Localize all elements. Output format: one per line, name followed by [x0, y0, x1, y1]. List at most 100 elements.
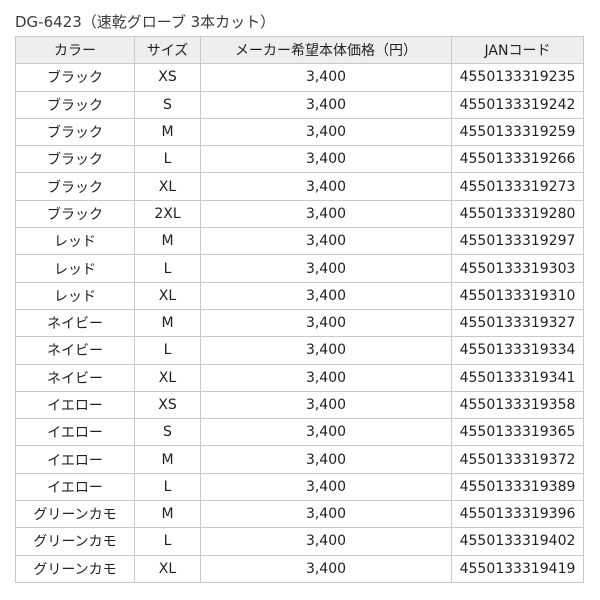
cell-size: M: [134, 445, 201, 474]
table-row: ブラック L 3,400 4550133319266: [15, 145, 584, 174]
table-row: ブラック XL 3,400 4550133319273: [15, 172, 584, 201]
cell-price: 3,400: [200, 308, 452, 338]
cell-price: 3,400: [200, 363, 452, 392]
table-row: イエロー XS 3,400 4550133319358: [15, 390, 584, 420]
cell-price: 3,400: [200, 90, 452, 119]
cell-jan-code: 4550133319259: [451, 117, 584, 147]
cell-jan-code: 4550133319303: [451, 254, 584, 283]
cell-price: 3,400: [200, 527, 452, 556]
cell-color: レッド: [15, 281, 135, 310]
cell-color: ブラック: [15, 199, 135, 229]
cell-size: 2XL: [134, 199, 201, 229]
cell-price: 3,400: [200, 281, 452, 310]
table-row: イエロー M 3,400 4550133319372: [15, 445, 584, 474]
cell-price: 3,400: [200, 554, 452, 583]
cell-color: ネイビー: [15, 308, 135, 338]
cell-jan-code: 4550133319372: [451, 445, 584, 474]
header-jan-code: JANコード: [451, 35, 584, 65]
cell-jan-code: 4550133319235: [451, 63, 584, 92]
table-row: ネイビー M 3,400 4550133319327: [15, 308, 584, 338]
cell-color: ネイビー: [15, 363, 135, 392]
cell-price: 3,400: [200, 145, 452, 174]
cell-size: L: [134, 254, 201, 283]
cell-jan-code: 4550133319280: [451, 199, 584, 229]
cell-size: L: [134, 145, 201, 174]
table-row: レッド M 3,400 4550133319297: [15, 227, 584, 256]
cell-color: ブラック: [15, 90, 135, 119]
table-row: イエロー L 3,400 4550133319389: [15, 472, 584, 502]
table-row: ブラック 2XL 3,400 4550133319280: [15, 199, 584, 229]
page-title: DG-6423（速乾グローブ 3本カット）: [15, 13, 276, 31]
cell-color: ネイビー: [15, 336, 135, 365]
cell-color: レッド: [15, 254, 135, 283]
cell-color: ブラック: [15, 63, 135, 92]
cell-color: グリーンカモ: [15, 554, 135, 583]
table-row: グリーンカモ M 3,400 4550133319396: [15, 500, 584, 529]
product-spec-table: カラー サイズ メーカー希望本体価格（円） JANコード ブラック XS 3,400…: [15, 35, 584, 583]
cell-jan-code: 4550133319266: [451, 145, 584, 174]
table-row: グリーンカモ L 3,400 4550133319402: [15, 527, 584, 556]
table-body: ブラック XS 3,400 4550133319235 ブラック S 3,400 455013…: [15, 63, 584, 583]
table-row: グリーンカモ XL 3,400 4550133319419: [15, 554, 584, 583]
cell-price: 3,400: [200, 390, 452, 420]
cell-color: グリーンカモ: [15, 500, 135, 529]
cell-size: S: [134, 418, 201, 447]
cell-size: L: [134, 472, 201, 502]
cell-size: L: [134, 527, 201, 556]
table-row: ネイビー XL 3,400 4550133319341: [15, 363, 584, 392]
header-size: サイズ: [134, 35, 201, 65]
cell-size: M: [134, 308, 201, 338]
cell-jan-code: 4550133319327: [451, 308, 584, 338]
header-color: カラー: [15, 35, 135, 65]
cell-price: 3,400: [200, 472, 452, 502]
cell-price: 3,400: [200, 418, 452, 447]
cell-size: XL: [134, 281, 201, 310]
table-row: ネイビー L 3,400 4550133319334: [15, 336, 584, 365]
cell-jan-code: 4550133319389: [451, 472, 584, 502]
cell-size: L: [134, 336, 201, 365]
cell-jan-code: 4550133319358: [451, 390, 584, 420]
cell-color: レッド: [15, 227, 135, 256]
cell-size: XS: [134, 390, 201, 420]
cell-jan-code: 4550133319310: [451, 281, 584, 310]
table-row: レッド L 3,400 4550133319303: [15, 254, 584, 283]
cell-jan-code: 4550133319402: [451, 527, 584, 556]
header-price: メーカー希望本体価格（円）: [200, 35, 452, 65]
cell-price: 3,400: [200, 227, 452, 256]
cell-color: ブラック: [15, 172, 135, 201]
cell-size: M: [134, 227, 201, 256]
cell-size: M: [134, 500, 201, 529]
cell-price: 3,400: [200, 117, 452, 147]
cell-jan-code: 4550133319396: [451, 500, 584, 529]
cell-size: XL: [134, 172, 201, 201]
cell-color: イエロー: [15, 418, 135, 447]
cell-size: M: [134, 117, 201, 147]
cell-jan-code: 4550133319341: [451, 363, 584, 392]
cell-price: 3,400: [200, 445, 452, 474]
cell-color: イエロー: [15, 390, 135, 420]
cell-jan-code: 4550133319419: [451, 554, 584, 583]
cell-color: イエロー: [15, 472, 135, 502]
table-header-row: カラー サイズ メーカー希望本体価格（円） JANコード: [15, 35, 584, 65]
cell-price: 3,400: [200, 500, 452, 529]
cell-price: 3,400: [200, 336, 452, 365]
cell-jan-code: 4550133319297: [451, 227, 584, 256]
cell-color: ブラック: [15, 117, 135, 147]
cell-size: XS: [134, 63, 201, 92]
table-row: イエロー S 3,400 4550133319365: [15, 418, 584, 447]
table-row: ブラック M 3,400 4550133319259: [15, 117, 584, 147]
cell-size: XL: [134, 363, 201, 392]
cell-price: 3,400: [200, 63, 452, 92]
cell-size: S: [134, 90, 201, 119]
cell-color: グリーンカモ: [15, 527, 135, 556]
cell-jan-code: 4550133319334: [451, 336, 584, 365]
cell-jan-code: 4550133319273: [451, 172, 584, 201]
table-row: ブラック S 3,400 4550133319242: [15, 90, 584, 119]
cell-price: 3,400: [200, 254, 452, 283]
cell-jan-code: 4550133319242: [451, 90, 584, 119]
cell-color: イエロー: [15, 445, 135, 474]
cell-price: 3,400: [200, 172, 452, 201]
cell-jan-code: 4550133319365: [451, 418, 584, 447]
table-row: レッド XL 3,400 4550133319310: [15, 281, 584, 310]
table-row: ブラック XS 3,400 4550133319235: [15, 63, 584, 92]
